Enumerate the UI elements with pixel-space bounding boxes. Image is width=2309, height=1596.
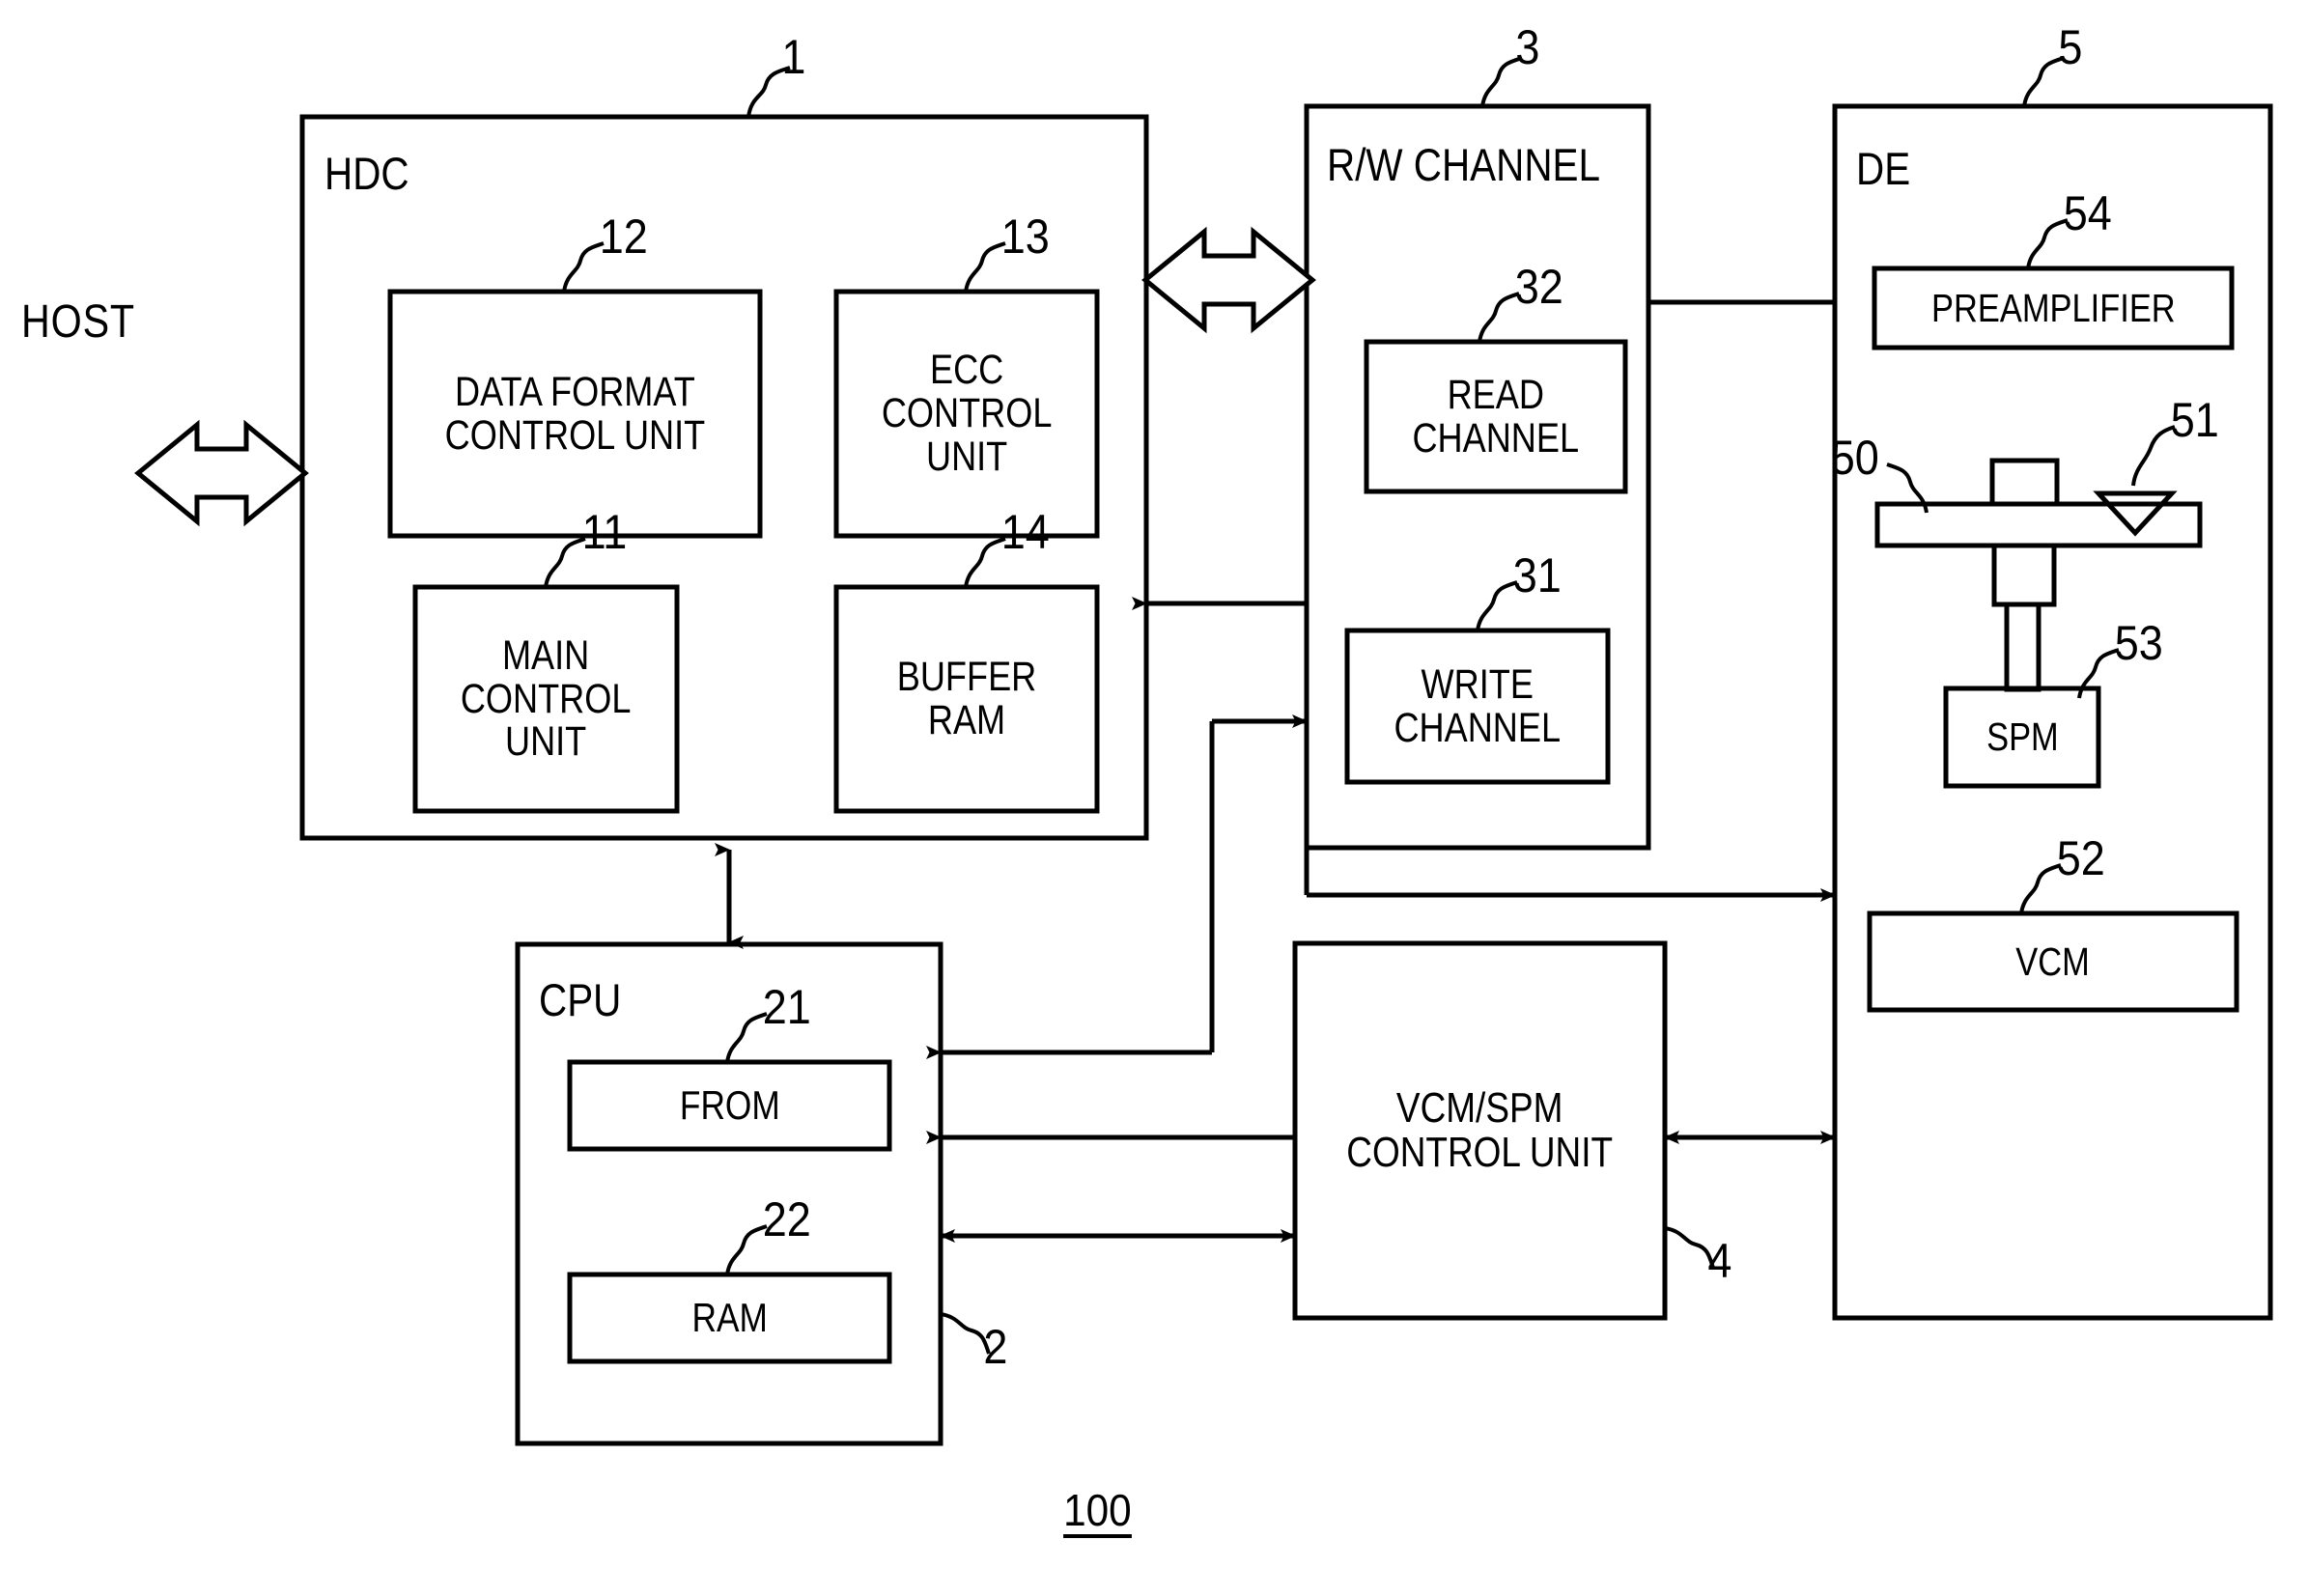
hdc-rwchannel-block-arrow	[1141, 226, 1316, 334]
main-control-unit-text: MAIN CONTROL UNIT	[461, 631, 632, 766]
host-hdc-block-arrow	[134, 419, 309, 527]
spindle-upper-outline	[1991, 543, 2057, 607]
vcm-spm-control-unit-text: VCM/SPM CONTROL UNIT	[1346, 1084, 1614, 1176]
ref-numeral-4: 4	[1707, 1234, 1732, 1288]
de-title: DE	[1856, 143, 1911, 194]
buffer-ram-text: BUFFER RAM	[896, 654, 1037, 743]
ref-numeral-32: 32	[1514, 260, 1563, 314]
ref-numeral-12: 12	[599, 210, 648, 264]
from-label: FROM	[570, 1062, 889, 1149]
vcm-label: VCM	[1870, 913, 2237, 1010]
ram-label: RAM	[570, 1274, 889, 1361]
data-format-control-unit-label: DATA FORMAT CONTROL UNIT	[390, 292, 760, 536]
buffer-ram-label: BUFFER RAM	[836, 587, 1097, 811]
ref-numeral-51: 51	[2170, 393, 2219, 447]
ref-numeral-2: 2	[983, 1320, 1008, 1374]
figure-number: 100	[1063, 1488, 1132, 1538]
from-text: FROM	[679, 1082, 780, 1129]
ref-numeral-1: 1	[781, 30, 806, 84]
ref-numeral-5: 5	[2058, 20, 2083, 74]
hdc-title: HDC	[324, 148, 409, 199]
vcm-spm-control-unit-label: VCM/SPM CONTROL UNIT	[1295, 943, 1665, 1318]
ref-numeral-53: 53	[2114, 616, 2163, 670]
preamplifier-label: PREAMPLIFIER	[1874, 268, 2232, 348]
ref-numeral-52: 52	[2056, 831, 2105, 885]
data-format-control-unit-text: DATA FORMAT CONTROL UNIT	[444, 368, 706, 459]
read-channel-label: READ CHANNEL	[1366, 342, 1625, 491]
main-control-unit-label: MAIN CONTROL UNIT	[415, 587, 677, 811]
write-channel-text: WRITE CHANNEL	[1394, 660, 1562, 751]
vcm-text: VCM	[2015, 938, 2091, 984]
head-slider-outline	[2093, 490, 2178, 537]
spm-label: SPM	[1946, 688, 2098, 786]
ram-text: RAM	[691, 1295, 768, 1341]
ref-numeral-11: 11	[581, 505, 628, 559]
patent-figure-canvas: HOST HDC DATA FORMAT CONTROL UNIT ECC CO…	[0, 0, 2309, 1596]
ecc-control-unit-label: ECC CONTROL UNIT	[836, 292, 1097, 536]
ref-numeral-21: 21	[762, 980, 811, 1034]
rw-channel-title: R/W CHANNEL	[1327, 139, 1600, 190]
spindle-shaft-outline	[2004, 602, 2041, 692]
spm-text: SPM	[1985, 714, 2059, 760]
ecc-control-unit-text: ECC CONTROL UNIT	[881, 347, 1053, 480]
read-channel-text: READ CHANNEL	[1412, 371, 1580, 462]
preamplifier-text: PREAMPLIFIER	[1930, 285, 2176, 330]
cpu-title: CPU	[539, 974, 622, 1025]
write-channel-label: WRITE CHANNEL	[1347, 630, 1608, 782]
ref-numeral-14: 14	[1000, 505, 1050, 559]
ref-numeral-3: 3	[1515, 20, 1540, 74]
disk-hub-outline	[1989, 458, 2060, 507]
diagram-vector-layer	[134, 56, 2273, 1446]
ref-numeral-50: 50	[1830, 431, 1879, 485]
ref-numeral-54: 54	[2063, 186, 2112, 240]
host-label: HOST	[21, 296, 135, 348]
ref-numeral-31: 31	[1512, 548, 1562, 602]
ref-numeral-13: 13	[1000, 210, 1050, 264]
ref-numeral-22: 22	[762, 1192, 811, 1246]
